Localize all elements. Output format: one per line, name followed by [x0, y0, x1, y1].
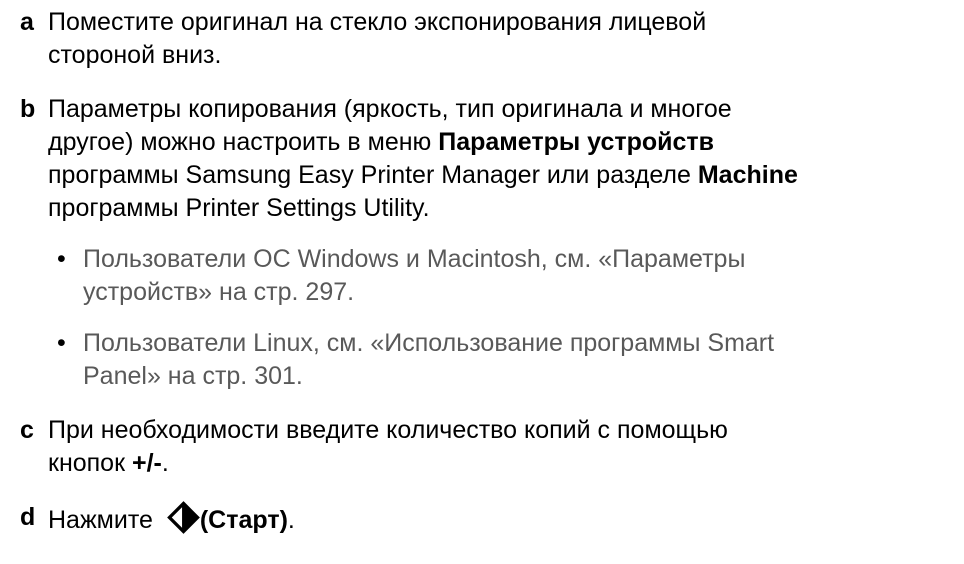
list-item-line-1: Пользователи ОС Windows и Macintosh, см.…	[83, 245, 746, 273]
device-settings-menu-name: Параметры устройств	[438, 128, 715, 156]
step-a-line-2: стороной вниз.	[48, 41, 222, 69]
step-b-line-2: другое) можно настроить в меню Параметры…	[48, 126, 964, 159]
step-b: b Параметры копирования (яркость, тип ор…	[20, 93, 964, 225]
bullet-list: • Пользователи ОС Windows и Macintosh, с…	[20, 243, 964, 393]
step-a-text: Поместите оригинал на стекло экспонирова…	[48, 6, 964, 72]
instruction-page: a Поместите оригинал на стекло экспониро…	[0, 0, 964, 564]
list-item: • Пользователи Linux, см. «Использование…	[57, 327, 964, 393]
list-item-line-1: Пользователи Linux, см. «Использование п…	[83, 329, 775, 357]
step-b-line-3: программы Samsung Easy Printer Manager и…	[48, 159, 964, 192]
step-c-line-2: кнопок +/-.	[48, 447, 964, 480]
plus-minus-buttons-label: +/-	[131, 449, 162, 477]
start-icon	[167, 501, 200, 534]
step-letter: b	[20, 95, 36, 123]
step-letter: d	[20, 503, 36, 531]
step-b-line-4: программы Printer Settings Utility.	[48, 194, 430, 222]
start-button-label: (Старт)	[199, 506, 288, 534]
step-c-line-2-end: .	[161, 449, 169, 477]
step-d-text-end: .	[287, 506, 295, 534]
list-item: • Пользователи ОС Windows и Macintosh, с…	[57, 243, 964, 309]
step-c-text: При необходимости введите количество коп…	[48, 414, 964, 480]
step-b-line-2-text: другое) можно настроить в меню	[48, 128, 439, 156]
step-letter: a	[20, 8, 34, 36]
step-a: a Поместите оригинал на стекло экспониро…	[20, 6, 964, 72]
list-item-text: Пользователи Linux, см. «Использование п…	[83, 327, 774, 393]
list-item-text: Пользователи ОС Windows и Macintosh, см.…	[83, 243, 745, 309]
step-a-line-1: Поместите оригинал на стекло экспонирова…	[48, 8, 707, 36]
step-d: d Нажмите (Старт).	[20, 501, 964, 537]
step-b-line-3-text: программы Samsung Easy Printer Manager и…	[48, 161, 698, 189]
step-c-line-2-text: кнопок	[48, 449, 132, 477]
list-item-line-2: Panel» на стр. 301.	[83, 362, 303, 390]
step-c: c При необходимости введите количество к…	[20, 414, 964, 480]
step-c-line-1: При необходимости введите количество коп…	[48, 416, 728, 444]
machine-section-name: Machine	[697, 161, 798, 189]
step-b-line-1: Параметры копирования (яркость, тип ориг…	[48, 95, 732, 123]
step-d-text: Нажмите (Старт).	[48, 501, 964, 537]
step-letter: c	[20, 416, 34, 444]
step-b-text: Параметры копирования (яркость, тип ориг…	[48, 93, 964, 225]
step-d-text-start: Нажмите	[48, 506, 160, 534]
list-item-line-2: устройств» на стр. 297.	[83, 278, 355, 306]
bullet-icon: •	[57, 329, 66, 357]
bullet-icon: •	[57, 245, 66, 273]
